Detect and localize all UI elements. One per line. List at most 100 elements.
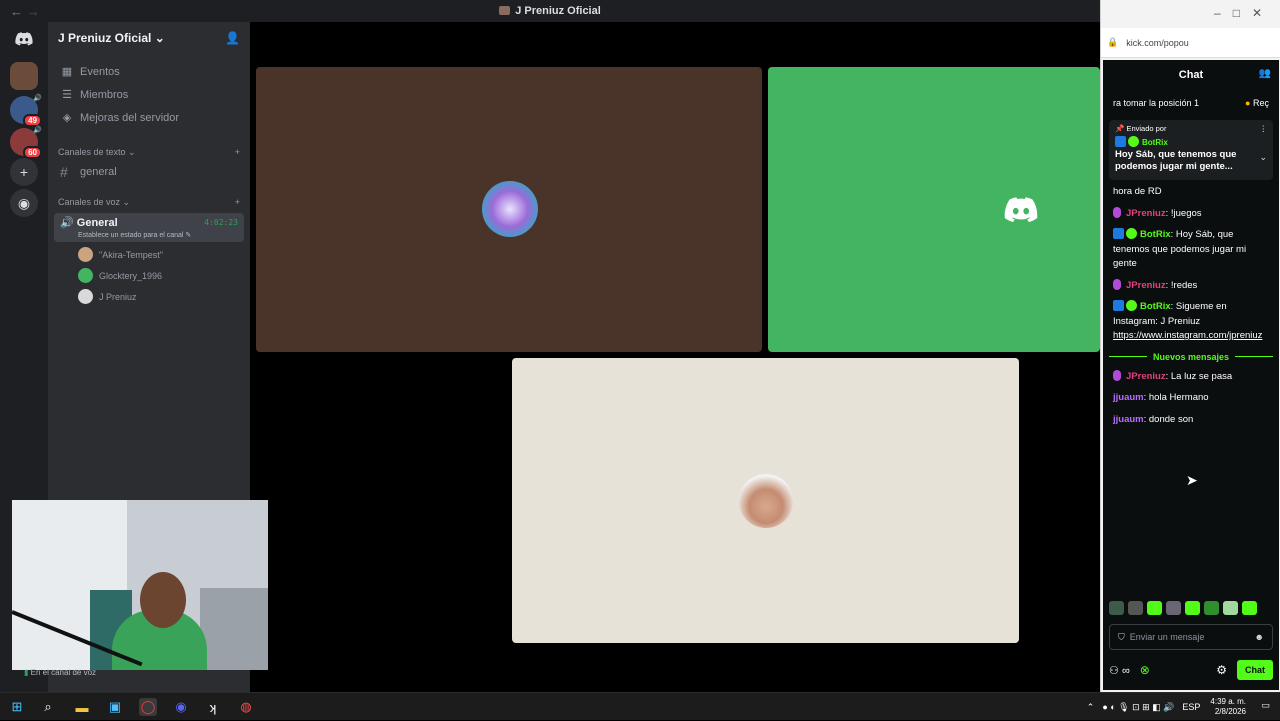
server-3[interactable]: 🔊 60 — [10, 127, 42, 159]
lock-icon: 🔒 — [1107, 37, 1119, 47]
voice-user[interactable]: "Akira-Tempest" — [48, 244, 250, 265]
users-icon[interactable]: 👥 — [1259, 68, 1271, 79]
add-member-icon[interactable]: 👤 — [225, 31, 240, 45]
language-indicator[interactable]: ESP — [1182, 702, 1200, 712]
channel-status-hint[interactable]: Establece un estado para el canal ✎ — [78, 231, 238, 239]
emote[interactable] — [1128, 601, 1143, 615]
discord-home-icon[interactable] — [10, 25, 38, 53]
emote[interactable] — [1166, 601, 1181, 615]
mouse-cursor-icon: ➤ — [1186, 472, 1198, 488]
notifications-icon[interactable]: ▭ — [1261, 700, 1270, 711]
video-tile-glocktery[interactable] — [768, 67, 1100, 352]
menu-members[interactable]: ☰ Miembros — [48, 83, 250, 106]
video-tile-akira[interactable] — [256, 67, 762, 352]
speaker-icon: 🔊 — [33, 95, 42, 102]
add-server-icon[interactable]: + — [10, 158, 38, 186]
menu-events[interactable]: ▦ Eventos — [48, 60, 250, 83]
kick-taskbar-icon[interactable]: ʞ — [204, 698, 222, 716]
chat-message: BotRix: Hoy Sáb, que tenemos que podemos… — [1113, 228, 1247, 269]
chevron-down-icon[interactable]: ⌄ — [1259, 152, 1267, 163]
tray-overflow-icon[interactable]: ⌃ — [1087, 702, 1095, 713]
emote-bar — [1109, 601, 1257, 615]
bot-icon — [1113, 300, 1124, 311]
server-2[interactable]: 🔊 49 — [10, 95, 42, 127]
voice-timer: 4:02:23 — [204, 218, 238, 227]
clock[interactable]: 4:39 a. m. 2/8/2026 — [1210, 697, 1246, 717]
voice-user[interactable]: Glocktery_1996 — [48, 265, 250, 286]
discord-taskbar-icon[interactable]: ◉ — [172, 698, 190, 716]
category-text[interactable]: Canales de texto ⌄ + — [48, 143, 250, 161]
add-channel-icon[interactable]: + — [235, 197, 240, 207]
window-controls[interactable]: –□✕ — [1214, 6, 1274, 20]
bot-icon — [1115, 136, 1126, 147]
opera-icon[interactable]: ◯ — [139, 698, 157, 716]
chat-message: hora de RD — [1113, 186, 1162, 197]
window-title: J Preniuz Oficial — [0, 5, 1100, 17]
emote[interactable] — [1204, 601, 1219, 615]
file-explorer-icon[interactable]: ▬ — [73, 698, 91, 716]
broadcaster-icon — [1113, 278, 1121, 290]
avatar — [78, 268, 93, 283]
more-icon[interactable]: ⋮ — [1260, 124, 1268, 133]
url-bar[interactable]: 🔒 kick.com/popou — [1101, 28, 1280, 58]
points-icon[interactable]: ⚇ — [1109, 665, 1119, 677]
emote[interactable] — [1223, 601, 1238, 615]
chat-ticker[interactable]: ra tomar la posición 1 ● Reç — [1103, 90, 1279, 116]
broadcaster-icon — [1113, 206, 1121, 218]
kick-chat-window: –□✕ 🔒 kick.com/popou Chat 👥 ra tomar la … — [1100, 0, 1280, 692]
search-icon[interactable]: ⌕ — [39, 698, 57, 716]
voice-status: ▮ En el canal de voz — [24, 668, 97, 677]
avatar — [482, 181, 538, 237]
pinned-message[interactable]: 📌 Enviado por ⋮ BotRix Hoy Sáb, que tenem… — [1109, 120, 1273, 180]
speaker-icon: 🔊 — [33, 127, 42, 134]
emote[interactable] — [1147, 601, 1162, 615]
verified-icon — [1128, 136, 1139, 147]
chat-footer: ⚇ ∞ ⊗ ⚙ Chat — [1109, 658, 1273, 682]
avatar — [739, 474, 793, 528]
taskbar: ⊞ ⌕ ▬ ▣ ◯ ◉ ʞ ◍ ⌃ ● ◐ 🎙 ⊡ ⊞ ◧ 🔊 ESP 4:39… — [0, 692, 1280, 720]
members-icon: ☰ — [62, 89, 72, 101]
avatar — [78, 247, 93, 262]
chat-message: BotRix: Sigueme en Instagram: J Preniuz h… — [1113, 300, 1263, 341]
emoji-icon[interactable]: ☻ — [1255, 632, 1264, 642]
video-tile-jpreniuz[interactable] — [512, 358, 1019, 643]
explore-icon[interactable]: ◉ — [10, 189, 38, 217]
kick-badge-icon[interactable]: ⊗ — [1140, 663, 1150, 677]
boost-icon: ◈ — [62, 112, 72, 124]
store-icon[interactable]: ▣ — [106, 698, 124, 716]
discord-logo-icon — [1004, 197, 1038, 228]
chat-header: Chat 👥 — [1178, 68, 1271, 81]
verified-icon — [1126, 300, 1137, 311]
voice-channel-general[interactable]: 🔊 General 4:02:23 Establece un estado par… — [54, 213, 244, 242]
chat-message: JPreniuz: La luz se pasa — [1103, 369, 1279, 385]
webcam-overlay — [12, 500, 268, 670]
menu-boost[interactable]: ◈ Mejoras del servidor — [48, 106, 250, 129]
add-channel-icon[interactable]: + — [235, 147, 240, 157]
settings-icon[interactable]: ⚙ — [1216, 663, 1227, 677]
broadcaster-icon — [1113, 369, 1121, 381]
emote[interactable] — [1242, 601, 1257, 615]
chat-message: JPreniuz: !redes — [1103, 278, 1279, 294]
voice-user[interactable]: J Preniuz — [48, 286, 250, 307]
emote[interactable] — [1185, 601, 1200, 615]
channel-general-text[interactable]: # general — [48, 161, 250, 183]
chat-message: JPreniuz: !juegos — [1103, 206, 1279, 222]
coin-icon: ● — [1245, 98, 1251, 108]
server-icon — [499, 6, 511, 15]
instagram-link[interactable]: https://www.instagram.com/jpreniuz — [1113, 330, 1262, 341]
server-header[interactable]: J Preniuz Oficial ⌄ 👤 — [48, 22, 250, 54]
chat-message: jjuaum: hola Hermano — [1113, 392, 1209, 403]
category-voice[interactable]: Canales de voz ⌄ + — [48, 193, 250, 211]
emote[interactable] — [1109, 601, 1124, 615]
windows-start-icon[interactable]: ⊞ — [8, 698, 26, 716]
mention-badge: 60 — [23, 146, 42, 159]
infinity-icon[interactable]: ∞ — [1122, 665, 1130, 677]
server-jpreniuz[interactable] — [10, 62, 38, 90]
obs-icon[interactable]: ◍ — [237, 698, 255, 716]
tray-icons[interactable]: ● ◐ 🎙 ⊡ ⊞ ◧ 🔊 — [1102, 702, 1174, 713]
message-input[interactable]: ⛉ Enviar un mensaje ☻ — [1109, 624, 1273, 650]
title-bar: ← → J Preniuz Oficial — [0, 0, 1100, 22]
shield-icon: ⛉ — [1118, 631, 1125, 642]
chat-send-button[interactable]: Chat — [1237, 660, 1273, 680]
chat-message: jjuaum: donde son — [1113, 413, 1194, 425]
